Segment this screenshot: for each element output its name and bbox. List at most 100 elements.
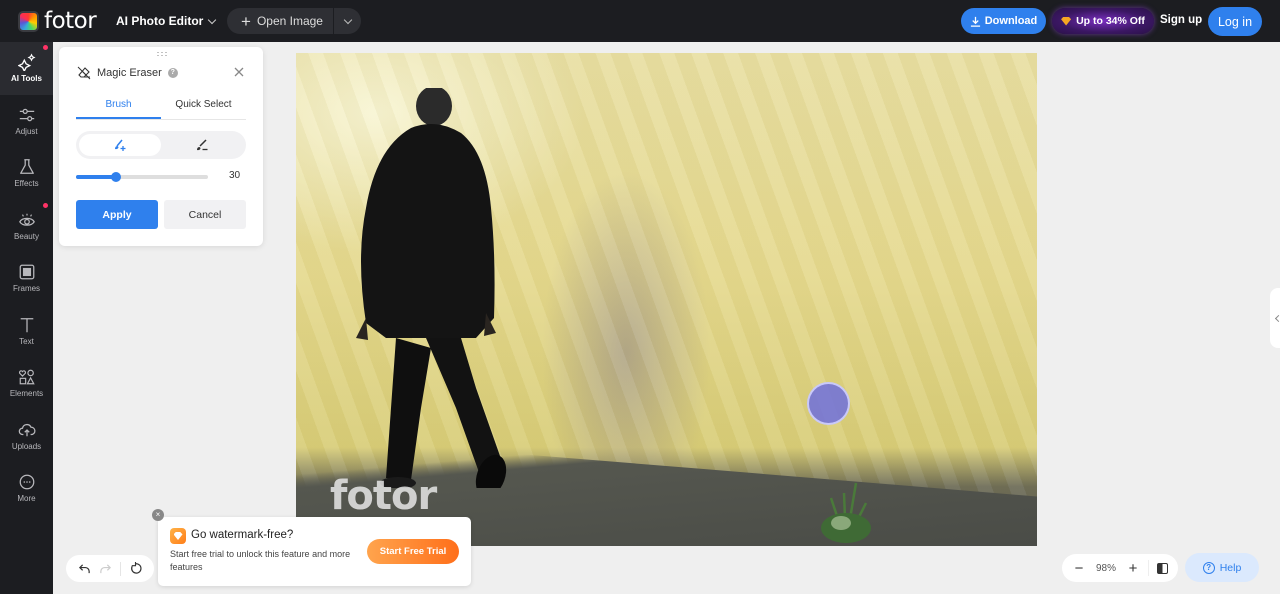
start-free-trial-button[interactable]: Start Free Trial — [367, 539, 459, 564]
eye-icon — [18, 213, 35, 226]
weed-plant — [821, 482, 871, 543]
compare-icon[interactable] — [1157, 562, 1168, 574]
reset-icon[interactable] — [129, 562, 142, 575]
sign-up-link[interactable]: Sign up — [1160, 14, 1202, 26]
panel-header: Magic Eraser ? — [77, 66, 178, 80]
brush-cursor — [807, 382, 850, 425]
shapes-icon — [18, 369, 35, 385]
diamond-icon — [1061, 16, 1072, 26]
plus-icon: + — [241, 11, 251, 31]
cancel-button[interactable]: Cancel — [164, 200, 246, 229]
help-icon[interactable]: ? — [167, 68, 178, 78]
brush-mode-toggle — [76, 131, 246, 159]
chevron-down-icon — [343, 15, 352, 24]
brush-erase-icon — [197, 139, 208, 151]
product-label: AI Photo Editor — [116, 14, 204, 28]
discount-promo-button[interactable]: Up to 34% Off — [1052, 8, 1154, 34]
history-controls — [66, 555, 154, 582]
fotor-logo[interactable]: fotor — [18, 8, 97, 34]
sidebar-item-more[interactable]: More — [0, 462, 53, 515]
sidebar-label: Beauty — [14, 231, 39, 241]
sidebar-item-adjust[interactable]: Adjust — [0, 95, 53, 148]
brush-add-button[interactable] — [79, 134, 161, 156]
zoom-out-button[interactable]: − — [1072, 561, 1086, 576]
tab-quick-select[interactable]: Quick Select — [161, 95, 246, 119]
flask-icon — [19, 159, 34, 175]
log-in-button[interactable]: Log in — [1208, 7, 1262, 36]
sidebar-label: Frames — [12, 284, 41, 294]
sidebar-item-effects[interactable]: Effects — [0, 147, 53, 200]
sidebar-item-text[interactable]: Text — [0, 305, 53, 358]
logo-text: fotor — [44, 8, 97, 34]
promo-title: Go watermark-free? — [191, 529, 294, 541]
watermark-free-promo: Go watermark-free? Start free trial to u… — [158, 517, 471, 586]
open-image-button[interactable]: + Open Image — [227, 8, 334, 34]
undo-icon[interactable] — [78, 562, 91, 575]
sparkle-icon — [17, 53, 36, 72]
divider — [120, 561, 121, 576]
slider-thumb[interactable] — [110, 172, 121, 182]
frame-icon — [19, 264, 34, 280]
help-circle-icon: ? — [1202, 561, 1215, 574]
sliders-icon — [19, 108, 34, 121]
sidebar-label: AI Tools — [11, 74, 42, 84]
open-image-group: + Open Image — [227, 8, 361, 34]
fotor-logo-icon — [18, 11, 39, 32]
sidebar-label: Elements — [9, 389, 44, 399]
divider — [1148, 560, 1149, 576]
walking-man — [356, 88, 507, 488]
more-icon — [19, 474, 34, 490]
text-icon — [20, 317, 33, 332]
brush-erase-button[interactable] — [161, 134, 243, 156]
drag-handle[interactable] — [156, 51, 168, 57]
redo-icon[interactable] — [99, 562, 112, 575]
zoom-controls: − 98% + — [1062, 554, 1178, 582]
chevron-left-icon — [1274, 314, 1280, 322]
top-bar: fotor AI Photo Editor + Open Image Downl… — [0, 0, 1280, 42]
chevron-down-icon — [208, 15, 217, 24]
sidebar-item-elements[interactable]: Elements — [0, 357, 53, 410]
sidebar-label: Effects — [14, 179, 39, 189]
promo-description: Start free trial to unlock this feature … — [170, 549, 351, 572]
sidebar-item-ai-tools[interactable]: AI Tools — [0, 42, 53, 95]
zoom-in-button[interactable]: + — [1126, 561, 1140, 576]
open-image-dropdown[interactable] — [334, 15, 361, 24]
fotor-watermark: fotor — [330, 473, 437, 519]
premium-icon — [170, 528, 186, 544]
brush-size-slider[interactable] — [76, 172, 208, 182]
sidebar-item-uploads[interactable]: Uploads — [0, 410, 53, 463]
apply-button[interactable]: Apply — [76, 200, 158, 229]
zoom-level[interactable]: 98% — [1086, 563, 1126, 574]
promo-close-icon[interactable]: × — [152, 509, 164, 521]
sidebar-label: Text — [19, 336, 34, 346]
help-label: Help — [1219, 561, 1242, 574]
panel-title: Magic Eraser — [97, 67, 162, 79]
brush-add-icon — [115, 139, 126, 151]
notification-dot — [43, 202, 48, 208]
diamond-icon — [173, 532, 183, 540]
promo-label: Up to 34% Off — [1076, 15, 1145, 27]
download-button[interactable]: Download — [961, 8, 1046, 34]
sidebar-item-frames[interactable]: Frames — [0, 252, 53, 305]
notification-dot — [43, 45, 48, 50]
collapse-right-panel[interactable] — [1270, 288, 1280, 348]
sidebar: AI Tools Adjust Effects Beauty Frames Te… — [0, 42, 53, 594]
photo-canvas[interactable]: fotor — [296, 53, 1037, 546]
eraser-icon — [77, 66, 91, 80]
brush-size-value: 30 — [229, 170, 241, 181]
slider-fill — [76, 175, 116, 179]
help-button[interactable]: ? Help — [1185, 553, 1259, 582]
tab-brush[interactable]: Brush — [76, 95, 161, 119]
sidebar-label: Adjust — [15, 126, 38, 136]
download-icon — [970, 16, 980, 27]
sidebar-label: More — [17, 494, 36, 504]
download-label: Download — [984, 15, 1038, 27]
magic-eraser-panel: Magic Eraser ? Brush Quick Select 30 App… — [59, 47, 263, 246]
close-icon[interactable] — [233, 66, 245, 78]
open-image-label: Open Image — [256, 14, 323, 28]
panel-tabs: Brush Quick Select — [76, 95, 246, 120]
sidebar-item-beauty[interactable]: Beauty — [0, 200, 53, 253]
product-menu[interactable]: AI Photo Editor — [116, 14, 217, 28]
cloud-upload-icon — [18, 423, 35, 437]
sidebar-label: Uploads — [11, 441, 42, 451]
